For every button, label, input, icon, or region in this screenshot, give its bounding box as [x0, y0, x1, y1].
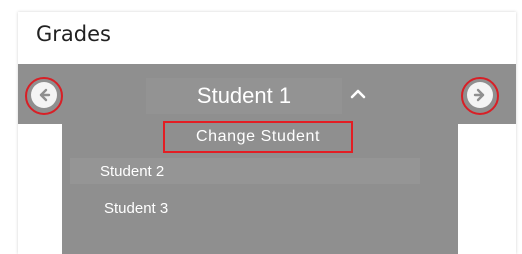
right-content-gap	[458, 124, 516, 254]
change-student-button[interactable]: Change Student	[163, 121, 353, 153]
arrow-left-icon	[39, 88, 51, 102]
current-student-name[interactable]: Student 1	[146, 78, 342, 114]
left-content-gap	[24, 124, 62, 254]
student-option[interactable]: Student 3	[104, 200, 168, 217]
next-student-button[interactable]	[467, 82, 493, 108]
student-option-label: Student 3	[104, 200, 169, 217]
chevron-up-icon[interactable]	[348, 84, 368, 104]
previous-student-button[interactable]	[31, 82, 57, 108]
page-title: Grades	[36, 22, 111, 46]
student-option-label: Student 2	[100, 162, 165, 180]
arrow-right-icon	[473, 88, 485, 102]
student-option[interactable]: Student 2	[70, 158, 420, 184]
